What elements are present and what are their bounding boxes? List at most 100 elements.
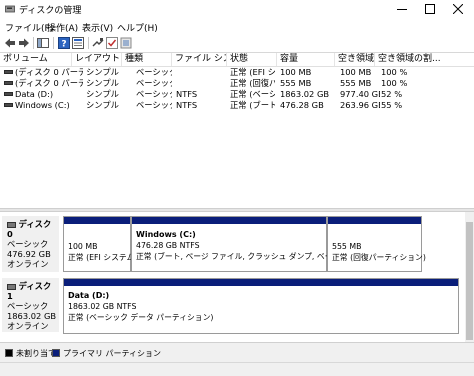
cell-type: ベーシック bbox=[136, 78, 172, 88]
cell-filesystem bbox=[176, 78, 226, 88]
menu-help[interactable]: ヘルプ(H) bbox=[117, 21, 158, 34]
table-row[interactable]: (ディスク 0 パーティション 4) シンプル ベーシック 正常 (回復パーティ… bbox=[0, 78, 474, 88]
cell-volume: (ディスク 0 パーティション 4) bbox=[15, 78, 83, 88]
disk-management-app-icon bbox=[5, 5, 15, 13]
partition-size: 555 MB bbox=[332, 242, 362, 251]
minimize-icon bbox=[397, 9, 407, 10]
cell-capacity: 1863.02 GB bbox=[280, 89, 330, 99]
check-icon bbox=[106, 37, 118, 49]
cell-filesystem: NTFS bbox=[176, 100, 198, 110]
table-row[interactable]: Data (D:) シンプル ベーシック NTFS 正常 (ベーシック データ … bbox=[0, 89, 474, 99]
cell-free-space: 100 MB bbox=[340, 67, 372, 77]
toolbar-separator bbox=[53, 37, 54, 49]
back-arrow-icon bbox=[5, 38, 15, 48]
maximize-button[interactable] bbox=[416, 0, 444, 18]
partition-color-bar bbox=[328, 217, 421, 224]
column-header-free-space[interactable]: 空き領域 bbox=[335, 53, 375, 66]
check-button[interactable] bbox=[106, 37, 118, 49]
cell-layout: シンプル bbox=[86, 89, 119, 99]
partition-title: Data (D:) bbox=[68, 291, 110, 300]
column-header-filesystem[interactable]: ファイル システム bbox=[172, 53, 227, 66]
menu-action[interactable]: 操作(A) bbox=[47, 21, 78, 34]
volume-icon bbox=[4, 81, 13, 85]
disk-1-label[interactable]: ディスク 1 ベーシック 1863.02 GB オンライン bbox=[2, 278, 59, 332]
cell-status: 正常 (回復パーティション) bbox=[230, 78, 275, 88]
column-header-free-percent[interactable]: 空き領域の割... bbox=[375, 53, 474, 66]
cell-free-percent: 55 % bbox=[381, 100, 403, 110]
cell-layout: シンプル bbox=[86, 78, 119, 88]
cell-capacity: 476.28 GB bbox=[280, 100, 324, 110]
disk-size: 476.92 GB bbox=[7, 249, 51, 259]
cell-volume: Windows (C:) bbox=[15, 100, 70, 110]
properties-button[interactable] bbox=[72, 37, 84, 49]
volume-icon bbox=[4, 92, 13, 96]
connect-icon bbox=[92, 38, 104, 47]
cell-type: ベーシック bbox=[136, 100, 172, 110]
vertical-scrollbar[interactable] bbox=[465, 212, 474, 342]
cell-free-space: 977.40 GB bbox=[340, 89, 380, 99]
disk-icon bbox=[7, 221, 16, 228]
maximize-icon bbox=[425, 4, 435, 14]
legend-swatch-unallocated bbox=[5, 349, 13, 357]
cell-status: 正常 (EFI システム パーティション) bbox=[230, 67, 275, 77]
back-button[interactable] bbox=[4, 37, 16, 49]
disk-size: 1863.02 GB bbox=[7, 311, 57, 321]
forward-arrow-icon bbox=[19, 38, 29, 48]
partition-size: 1863.02 GB NTFS bbox=[68, 302, 137, 311]
cell-free-percent: 52 % bbox=[381, 89, 403, 99]
disk-kind: ベーシック bbox=[7, 301, 49, 311]
properties-icon bbox=[72, 37, 84, 49]
partition-recovery[interactable]: 555 MB 正常 (回復パーティション) bbox=[327, 216, 426, 272]
column-header-volume[interactable]: ボリューム bbox=[0, 53, 72, 66]
column-header-layout[interactable]: レイアウト bbox=[72, 53, 122, 66]
help-icon: ? bbox=[58, 37, 70, 49]
cell-filesystem: NTFS bbox=[176, 89, 198, 99]
column-header-capacity[interactable]: 容量 bbox=[277, 53, 335, 66]
console-tree-icon bbox=[37, 38, 49, 48]
connect-button[interactable] bbox=[92, 37, 104, 49]
toolbar-separator bbox=[33, 37, 34, 49]
toolbar: ? bbox=[0, 34, 474, 53]
partition-color-bar bbox=[64, 217, 130, 224]
cell-type: ベーシック bbox=[136, 67, 172, 77]
partition-efi[interactable]: 100 MB 正常 (EFI システム パ bbox=[63, 216, 145, 272]
scrollbar-thumb[interactable] bbox=[466, 222, 473, 340]
disk-state: オンライン bbox=[7, 321, 49, 331]
volume-list[interactable]: ボリューム レイアウト 種類 ファイル システム 状態 容量 空き領域 空き領域… bbox=[0, 53, 474, 208]
menu-view[interactable]: 表示(V) bbox=[82, 21, 113, 34]
partition-color-bar bbox=[64, 279, 458, 286]
partition-text: Data (D:) 1863.02 GB NTFS 正常 (ベーシック データ … bbox=[68, 290, 213, 323]
window-title: ディスクの管理 bbox=[19, 6, 82, 16]
table-row[interactable]: Windows (C:) シンプル ベーシック NTFS 正常 (ブート, ペー… bbox=[0, 100, 474, 110]
cell-volume: Data (D:) bbox=[15, 89, 54, 99]
help-button[interactable]: ? bbox=[58, 37, 70, 49]
menu-bar: ファイル(F) 操作(A) 表示(V) ヘルプ(H) bbox=[0, 18, 474, 34]
cell-layout: シンプル bbox=[86, 67, 119, 77]
column-header-type[interactable]: 種類 bbox=[122, 53, 172, 66]
partition-status: 正常 (ベーシック データ パーティション) bbox=[68, 313, 214, 322]
cell-layout: シンプル bbox=[86, 100, 119, 110]
legend-label-unallocated: 未割り当て bbox=[16, 349, 56, 358]
column-header-status[interactable]: 状態 bbox=[227, 53, 277, 66]
table-row[interactable]: (ディスク 0 パーティション 1) シンプル ベーシック 正常 (EFI シス… bbox=[0, 67, 474, 77]
title-bar: ディスクの管理 bbox=[0, 0, 474, 18]
partition-data-d[interactable]: Data (D:) 1863.02 GB NTFS 正常 (ベーシック データ … bbox=[63, 278, 459, 334]
partition-windows-c[interactable]: Windows (C:) 476.28 GB NTFS 正常 (ブート, ページ… bbox=[131, 216, 392, 272]
cell-free-percent: 100 % bbox=[381, 78, 408, 88]
minimize-button[interactable] bbox=[388, 0, 416, 18]
disk-graph-view: ディスク 0 ベーシック 476.92 GB オンライン 100 MB 正常 (… bbox=[0, 212, 474, 342]
cell-free-space: 555 MB bbox=[340, 78, 372, 88]
close-icon bbox=[453, 4, 463, 14]
volume-icon bbox=[4, 70, 13, 74]
console-tree-button[interactable] bbox=[37, 37, 49, 49]
close-button[interactable] bbox=[444, 0, 472, 18]
cell-free-percent: 100 % bbox=[381, 67, 408, 77]
legend-label-primary: プライマリ パーティション bbox=[63, 349, 162, 358]
toolbar-separator bbox=[88, 37, 89, 49]
disk-0-label[interactable]: ディスク 0 ベーシック 476.92 GB オンライン bbox=[2, 216, 59, 272]
refresh-button[interactable] bbox=[120, 37, 132, 49]
menu-file[interactable]: ファイル(F) bbox=[5, 21, 53, 34]
refresh-icon bbox=[120, 37, 132, 49]
cell-volume: (ディスク 0 パーティション 1) bbox=[15, 67, 83, 77]
forward-button[interactable] bbox=[18, 37, 30, 49]
